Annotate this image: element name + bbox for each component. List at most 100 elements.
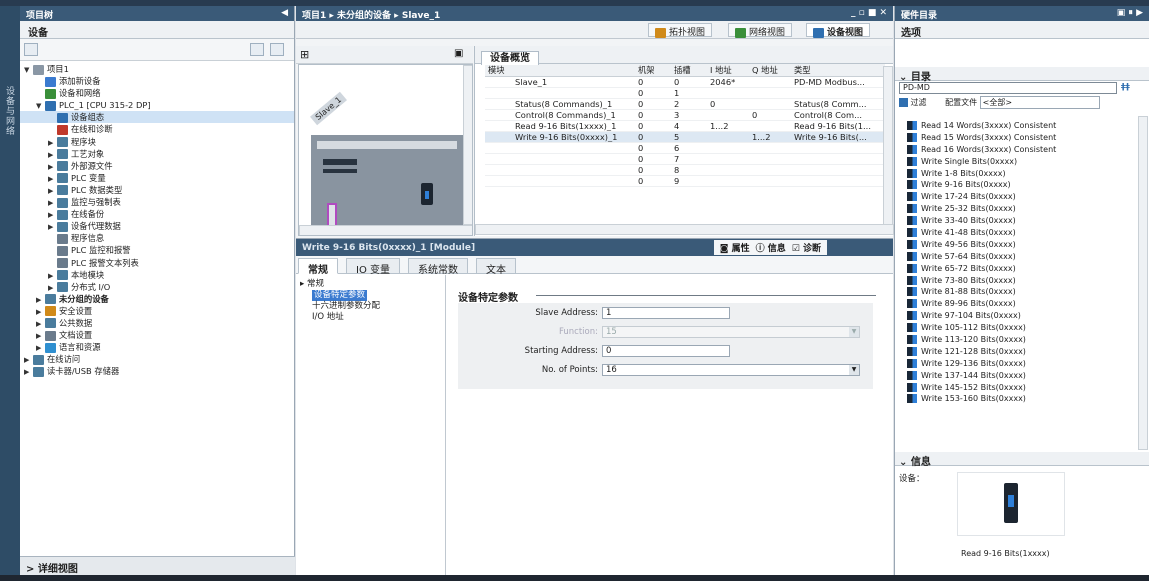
table-cell[interactable]: 2 — [671, 98, 707, 110]
table-cell[interactable]: 0 — [671, 76, 707, 88]
catalog-item[interactable]: Write 97-104 Bits(0xxxx) — [901, 310, 1137, 322]
catalog-item[interactable]: Write 89-96 Bits(0xxxx) — [901, 298, 1137, 310]
expand-arrow-icon[interactable]: ▶ — [48, 137, 57, 149]
table-cell[interactable]: 0 — [749, 109, 791, 121]
table-cell[interactable] — [707, 164, 749, 176]
tree-item[interactable]: ▶ PLC 变量 — [20, 172, 294, 184]
table-cell[interactable] — [749, 153, 791, 165]
device-overview-tab[interactable]: 设备概览 — [481, 51, 539, 65]
catalog-scrollbar[interactable] — [1138, 116, 1148, 450]
tree-item[interactable]: ▶ 未分组的设备 — [20, 293, 294, 305]
catalog-item[interactable]: Write 49-56 Bits(0xxxx) — [901, 239, 1137, 251]
tree-item[interactable]: 在线和诊断 — [20, 123, 294, 135]
device-view-tab[interactable]: 设备视图 — [806, 23, 871, 38]
table-row[interactable]: 01 — [485, 87, 885, 99]
tree-item[interactable]: 设备和网络 — [20, 87, 294, 99]
tree-item[interactable]: ▶ 读卡器/USB 存储器 — [20, 365, 294, 377]
table-row[interactable]: Control(8 Commands)_1 0 3 0 Control(8 Com... — [485, 109, 885, 121]
table-cell[interactable] — [791, 142, 885, 154]
tree-item[interactable]: ▶ 设备代理数据 — [20, 220, 294, 232]
table-row[interactable]: Write 9-16 Bits(0xxxx)_1 0 5 1...2 Write 9-1… — [485, 131, 885, 143]
table-v-scrollbar[interactable] — [883, 66, 893, 226]
network-view-tab[interactable]: 网络视图 — [728, 23, 793, 38]
nav-general[interactable]: ▸ 常规 — [298, 279, 443, 290]
catalog-item[interactable]: Write 113-120 Bits(0xxxx) — [901, 334, 1137, 346]
graphic-v-scrollbar[interactable] — [463, 65, 472, 225]
table-cell[interactable] — [485, 153, 635, 165]
tree-item[interactable]: ▶ 分布式 I/O — [20, 281, 294, 293]
table-row[interactable]: Read 9-16 Bits(1xxxx)_1 0 4 1...2 Read 9-16 … — [485, 120, 885, 132]
table-cell[interactable] — [749, 175, 791, 187]
tree-item[interactable]: ▶ 语言和资源 — [20, 341, 294, 353]
add-icon[interactable] — [270, 43, 284, 56]
table-cell[interactable] — [749, 120, 791, 132]
starting-address-field[interactable]: 0 — [602, 345, 730, 357]
system-constants-tab[interactable]: 系统常数 — [408, 258, 468, 276]
table-cell[interactable]: 0 — [707, 98, 749, 110]
table-cell[interactable] — [707, 175, 749, 187]
expand-arrow-icon[interactable]: ▶ — [48, 270, 57, 282]
table-row[interactable]: Status(8 Commands)_1 0 2 0 Status(8 Comm... — [485, 98, 885, 110]
tree-item[interactable]: ▶ 在线访问 — [20, 353, 294, 365]
nav-device-params[interactable]: 设备特定参数 — [298, 290, 443, 301]
table-cell[interactable]: Control(8 Com... — [791, 109, 885, 121]
expand-arrow-icon[interactable]: ▼ — [24, 64, 33, 76]
table-row[interactable]: 07 — [485, 153, 885, 165]
tree-item[interactable]: ▶ 外部源文件 — [20, 160, 294, 172]
catalog-item[interactable]: Write 9-16 Bits(0xxxx) — [901, 179, 1137, 191]
zoom-icon[interactable]: ▣ — [454, 48, 463, 59]
chevron-down-icon[interactable]: ▼ — [849, 365, 859, 375]
io-tags-tab[interactable]: IO 变量 — [346, 258, 400, 276]
catalog-section-header[interactable]: ⌄ 目录 — [895, 67, 1149, 83]
table-cell[interactable] — [791, 175, 885, 187]
table-cell[interactable]: 0 — [635, 175, 671, 187]
tree-item[interactable]: ▶ 公共数据 — [20, 317, 294, 329]
column-header[interactable]: 机架 — [635, 64, 671, 77]
table-h-scrollbar[interactable] — [475, 224, 894, 235]
devices-tab[interactable]: 设备 — [20, 21, 294, 39]
tree-item[interactable]: PLC 报警文本列表 — [20, 257, 294, 269]
table-cell[interactable] — [749, 76, 791, 88]
table-row[interactable]: Slave_1 0 0 2046* PD-MD Modbus... — [485, 76, 885, 88]
panel-controls[interactable]: ▣ ⏸ ▶ — [1117, 8, 1143, 19]
table-cell[interactable]: 6 — [671, 142, 707, 154]
catalog-item[interactable]: Write 73-80 Bits(0xxxx) — [901, 275, 1137, 287]
table-cell[interactable] — [707, 131, 749, 143]
catalog-item[interactable]: Write 105-112 Bits(0xxxx) — [901, 322, 1137, 334]
topology-view-tab[interactable]: 拓扑视图 — [648, 23, 713, 38]
filter-checkbox[interactable] — [899, 98, 908, 107]
slave-address-field[interactable]: 1 — [602, 307, 730, 319]
table-cell[interactable]: 0 — [635, 120, 671, 132]
device-graphic-area[interactable]: Slave_1 — [298, 64, 473, 236]
table-cell[interactable]: 0 — [635, 98, 671, 110]
graphic-h-scrollbar[interactable] — [299, 225, 472, 235]
info-section-header[interactable]: ⌄ 信息 — [895, 452, 1149, 468]
catalog-item[interactable]: Write 41-48 Bits(0xxxx) — [901, 227, 1137, 239]
table-cell[interactable]: 1...2 — [749, 131, 791, 143]
column-header[interactable]: Q 地址 — [749, 64, 791, 77]
catalog-item[interactable]: Write 81-88 Bits(0xxxx) — [901, 286, 1137, 298]
table-cell[interactable]: Status(8 Comm... — [791, 98, 885, 110]
table-cell[interactable]: 0 — [635, 87, 671, 99]
tree-item[interactable]: ▼ PLC_1 [CPU 315-2 DP] — [20, 99, 294, 111]
table-cell[interactable] — [749, 87, 791, 99]
column-header[interactable]: I 地址 — [707, 64, 749, 77]
table-row[interactable]: 08 — [485, 164, 885, 176]
search-icon[interactable]: ǂǂ — [1121, 82, 1130, 91]
texts-tab[interactable]: 文本 — [476, 258, 516, 276]
table-cell[interactable]: Write 9-16 Bits(... — [791, 131, 885, 143]
tree-item[interactable]: ▶ 本地模块 — [20, 269, 294, 281]
device-drop-icon[interactable]: ⊞ — [300, 48, 309, 61]
table-cell[interactable]: Slave_1 — [485, 76, 635, 88]
table-cell[interactable]: 0 — [635, 142, 671, 154]
collapse-panel-icon[interactable]: ◀ — [281, 8, 288, 19]
table-cell[interactable]: 3 — [671, 109, 707, 121]
expand-arrow-icon[interactable]: ▶ — [48, 149, 57, 161]
catalog-item[interactable]: Write 129-136 Bits(0xxxx) — [901, 358, 1137, 370]
table-cell[interactable]: 9 — [671, 175, 707, 187]
table-cell[interactable]: 0 — [635, 109, 671, 121]
properties-tab[interactable]: ◙ 属性 — [720, 241, 750, 254]
devices-networks-vertical-tab[interactable]: 设备与网络 — [3, 86, 16, 136]
num-points-select[interactable]: 16 ▼ — [602, 364, 860, 376]
catalog-item[interactable]: Write 25-32 Bits(0xxxx) — [901, 203, 1137, 215]
